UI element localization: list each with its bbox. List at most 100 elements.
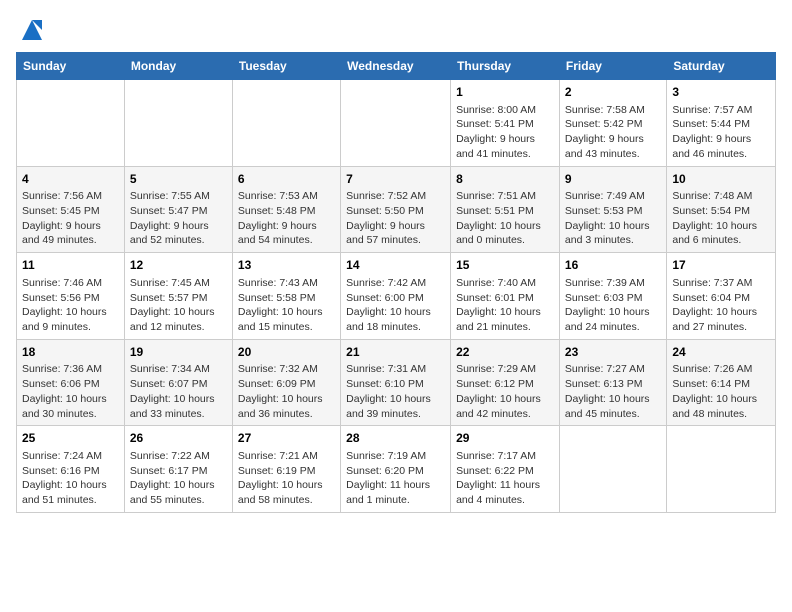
day-cell: 2Sunrise: 7:58 AMSunset: 5:42 PMDaylight… — [559, 80, 666, 167]
day-number: 20 — [238, 344, 335, 361]
day-info-text: Daylight: 9 hours — [238, 219, 335, 234]
day-info-text: Daylight: 10 hours — [130, 478, 227, 493]
day-cell: 6Sunrise: 7:53 AMSunset: 5:48 PMDaylight… — [232, 166, 340, 253]
day-cell: 26Sunrise: 7:22 AMSunset: 6:17 PMDayligh… — [124, 426, 232, 513]
day-cell: 28Sunrise: 7:19 AMSunset: 6:20 PMDayligh… — [341, 426, 451, 513]
day-cell: 16Sunrise: 7:39 AMSunset: 6:03 PMDayligh… — [559, 253, 666, 340]
day-info-text: Sunrise: 7:26 AM — [672, 362, 770, 377]
day-info-text: Sunrise: 7:29 AM — [456, 362, 554, 377]
day-info-text: Daylight: 10 hours — [22, 305, 119, 320]
day-info-text: Daylight: 10 hours — [672, 219, 770, 234]
day-info-text: Sunset: 5:47 PM — [130, 204, 227, 219]
day-cell: 15Sunrise: 7:40 AMSunset: 6:01 PMDayligh… — [451, 253, 560, 340]
day-cell — [17, 80, 125, 167]
day-number: 28 — [346, 430, 445, 447]
day-info-text: Daylight: 11 hours — [456, 478, 554, 493]
calendar-body: 1Sunrise: 8:00 AMSunset: 5:41 PMDaylight… — [17, 80, 776, 513]
day-info-text: Sunset: 6:13 PM — [565, 377, 661, 392]
day-info-text: Sunrise: 7:22 AM — [130, 449, 227, 464]
day-info-text: Sunrise: 7:24 AM — [22, 449, 119, 464]
col-header-monday: Monday — [124, 53, 232, 80]
day-number: 14 — [346, 257, 445, 274]
day-info-text: Daylight: 10 hours — [130, 392, 227, 407]
page-header — [16, 16, 776, 44]
day-number: 10 — [672, 171, 770, 188]
day-info-text: Daylight: 10 hours — [238, 478, 335, 493]
day-number: 1 — [456, 84, 554, 101]
day-info-text: Daylight: 10 hours — [22, 478, 119, 493]
day-info-text: and 0 minutes. — [456, 233, 554, 248]
day-info-text: Sunrise: 7:37 AM — [672, 276, 770, 291]
day-info-text: Daylight: 10 hours — [565, 305, 661, 320]
day-info-text: Sunset: 6:07 PM — [130, 377, 227, 392]
day-info-text: Sunrise: 7:58 AM — [565, 103, 661, 118]
day-cell: 27Sunrise: 7:21 AMSunset: 6:19 PMDayligh… — [232, 426, 340, 513]
day-info-text: and 39 minutes. — [346, 407, 445, 422]
day-cell: 23Sunrise: 7:27 AMSunset: 6:13 PMDayligh… — [559, 339, 666, 426]
day-info-text: Sunrise: 7:52 AM — [346, 189, 445, 204]
day-number: 24 — [672, 344, 770, 361]
day-info-text: Sunrise: 7:46 AM — [22, 276, 119, 291]
day-cell: 7Sunrise: 7:52 AMSunset: 5:50 PMDaylight… — [341, 166, 451, 253]
day-number: 8 — [456, 171, 554, 188]
week-row-5: 25Sunrise: 7:24 AMSunset: 6:16 PMDayligh… — [17, 426, 776, 513]
day-number: 17 — [672, 257, 770, 274]
day-info-text: and 30 minutes. — [22, 407, 119, 422]
day-info-text: Daylight: 10 hours — [346, 305, 445, 320]
day-cell: 22Sunrise: 7:29 AMSunset: 6:12 PMDayligh… — [451, 339, 560, 426]
day-info-text: Sunset: 6:09 PM — [238, 377, 335, 392]
day-number: 6 — [238, 171, 335, 188]
day-info-text: Sunset: 6:12 PM — [456, 377, 554, 392]
day-cell: 18Sunrise: 7:36 AMSunset: 6:06 PMDayligh… — [17, 339, 125, 426]
day-number: 13 — [238, 257, 335, 274]
day-info-text: Sunrise: 7:55 AM — [130, 189, 227, 204]
header-row: SundayMondayTuesdayWednesdayThursdayFrid… — [17, 53, 776, 80]
day-info-text: Sunset: 6:03 PM — [565, 291, 661, 306]
day-info-text: Daylight: 10 hours — [672, 392, 770, 407]
day-info-text: Sunrise: 7:40 AM — [456, 276, 554, 291]
day-info-text: Sunrise: 7:27 AM — [565, 362, 661, 377]
day-number: 16 — [565, 257, 661, 274]
col-header-sunday: Sunday — [17, 53, 125, 80]
day-cell: 20Sunrise: 7:32 AMSunset: 6:09 PMDayligh… — [232, 339, 340, 426]
day-info-text: Daylight: 9 hours — [346, 219, 445, 234]
day-info-text: Sunset: 5:51 PM — [456, 204, 554, 219]
day-info-text: Sunset: 5:44 PM — [672, 117, 770, 132]
day-cell — [124, 80, 232, 167]
day-info-text: Sunset: 6:00 PM — [346, 291, 445, 306]
day-number: 9 — [565, 171, 661, 188]
day-info-text: Sunset: 6:16 PM — [22, 464, 119, 479]
week-row-4: 18Sunrise: 7:36 AMSunset: 6:06 PMDayligh… — [17, 339, 776, 426]
day-info-text: Sunset: 6:20 PM — [346, 464, 445, 479]
day-info-text: Sunset: 5:50 PM — [346, 204, 445, 219]
day-info-text: Daylight: 10 hours — [130, 305, 227, 320]
day-info-text: Daylight: 10 hours — [565, 392, 661, 407]
day-info-text: Sunset: 6:14 PM — [672, 377, 770, 392]
day-number: 7 — [346, 171, 445, 188]
day-info-text: and 24 minutes. — [565, 320, 661, 335]
day-number: 11 — [22, 257, 119, 274]
day-cell: 9Sunrise: 7:49 AMSunset: 5:53 PMDaylight… — [559, 166, 666, 253]
day-number: 19 — [130, 344, 227, 361]
day-number: 5 — [130, 171, 227, 188]
day-cell — [341, 80, 451, 167]
day-info-text: Sunset: 5:41 PM — [456, 117, 554, 132]
day-info-text: and 46 minutes. — [672, 147, 770, 162]
day-number: 27 — [238, 430, 335, 447]
day-info-text: Sunrise: 7:43 AM — [238, 276, 335, 291]
day-number: 3 — [672, 84, 770, 101]
day-info-text: and 27 minutes. — [672, 320, 770, 335]
day-cell: 3Sunrise: 7:57 AMSunset: 5:44 PMDaylight… — [667, 80, 776, 167]
day-info-text: Sunrise: 7:21 AM — [238, 449, 335, 464]
day-info-text: Sunrise: 7:17 AM — [456, 449, 554, 464]
day-info-text: Sunrise: 7:32 AM — [238, 362, 335, 377]
day-info-text: Sunset: 5:58 PM — [238, 291, 335, 306]
day-info-text: Daylight: 10 hours — [672, 305, 770, 320]
day-info-text: Daylight: 9 hours — [130, 219, 227, 234]
day-info-text: Sunset: 5:45 PM — [22, 204, 119, 219]
day-info-text: Sunrise: 7:49 AM — [565, 189, 661, 204]
day-cell: 24Sunrise: 7:26 AMSunset: 6:14 PMDayligh… — [667, 339, 776, 426]
day-info-text: Daylight: 10 hours — [22, 392, 119, 407]
day-cell: 25Sunrise: 7:24 AMSunset: 6:16 PMDayligh… — [17, 426, 125, 513]
day-info-text: Daylight: 9 hours — [22, 219, 119, 234]
